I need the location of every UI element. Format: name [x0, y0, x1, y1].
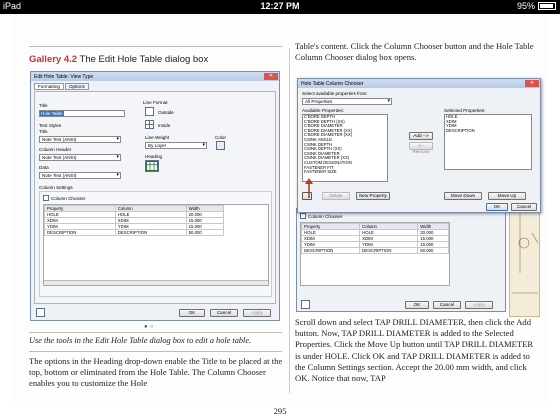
list-item[interactable]: DESCRIPTION [446, 128, 531, 134]
help-icon[interactable] [301, 300, 310, 309]
line-weight-select[interactable]: By Layer [145, 142, 207, 149]
column-chooser-icon[interactable] [43, 195, 49, 201]
gallery-label: Gallery 4.2 [29, 54, 78, 65]
column-chooser-button[interactable]: Column Chooser [308, 214, 342, 219]
ok-button[interactable]: OK [405, 301, 429, 309]
horizontal-scrollbar[interactable] [44, 280, 268, 285]
select-from-select[interactable]: All Properties [302, 98, 392, 105]
title-label: Title [39, 103, 48, 108]
gallery-title: The Edit Hole Table dialog box [79, 54, 209, 65]
title-style-label: Title [39, 129, 48, 134]
text-styles-label: Text Styles [39, 123, 62, 128]
column-header-select[interactable]: Note Text (ANSI) [39, 154, 121, 161]
title-field[interactable]: Hole Table [39, 110, 125, 117]
color-picker-icon[interactable] [216, 141, 225, 150]
dialog-title: Edit Hole Table: View Type [34, 73, 94, 80]
color-label: Color [215, 135, 226, 140]
cancel-button[interactable]: Cancel [511, 203, 537, 211]
outside-lines-icon[interactable] [145, 107, 154, 116]
page-number: 295 [273, 406, 287, 416]
available-label: Available Properties: [302, 108, 345, 113]
line-weight-label: Line Weight [145, 135, 170, 140]
apply-button[interactable]: Apply [465, 301, 493, 309]
delete-button[interactable]: Delete [322, 192, 350, 200]
table-row[interactable]: DESCRIPTION DESCRIPTION 50.000 [44, 229, 225, 236]
ok-button[interactable]: OK [486, 203, 508, 211]
left-top-rule [29, 46, 282, 47]
column-chooser-icon[interactable] [300, 213, 306, 219]
column-settings-group: Column Chooser Property Column Width HOL… [39, 191, 272, 297]
column-divider [289, 48, 290, 393]
close-icon[interactable]: ✕ [525, 80, 539, 87]
title-value: Hole Table [40, 111, 64, 116]
selected-properties-list[interactable]: HOLE XDIM YDIM DESCRIPTION [444, 114, 532, 170]
book-page: Gallery 4.2 The Edit Hole Table dialog b… [12, 14, 548, 416]
data-label: Data [39, 165, 49, 170]
status-bar: iPad 12:27 PM 95% [0, 0, 560, 14]
formatting-panel: Title Hole Table Text Styles Title Note … [34, 91, 276, 304]
caption-rule-bottom [29, 351, 282, 352]
apply-button[interactable]: Apply [243, 309, 271, 317]
line-format-label: Line Format [143, 100, 168, 105]
outside-label: Outside [158, 110, 174, 115]
move-down-button[interactable]: Move Down [444, 192, 482, 200]
cancel-button[interactable]: Cancel [433, 301, 461, 309]
heading-table-icon[interactable] [145, 160, 159, 172]
left-body-text: The options in the Heading drop-down ena… [29, 356, 283, 389]
page-indicator: ●○ [144, 324, 156, 330]
column-settings-table: Property Column Width HOLE HOLE 20.000 XDI… [300, 223, 449, 254]
new-property-button[interactable]: New Property [356, 192, 390, 200]
table-row[interactable]: DESCRIPTION DESCRIPTION 50.000 [300, 247, 449, 254]
move-up-button[interactable]: Move Up [488, 192, 526, 200]
add-button[interactable]: Add --> [409, 132, 433, 140]
edit-hole-table-dialog: Edit Hole Table: View Type ✕ Formatting … [30, 71, 280, 321]
remove-button[interactable]: <-- Remove [409, 142, 433, 154]
annotation-arrow-icon [305, 178, 313, 198]
cancel-button[interactable]: Cancel [210, 309, 238, 317]
list-item[interactable]: FASTENER SIZE [304, 170, 387, 175]
column-chooser-dialog: Hole Table Column Chooser ✕ Select avail… [297, 78, 541, 213]
chooser-title: Hole Table Column Chooser [301, 80, 364, 87]
help-icon[interactable] [36, 308, 45, 317]
tab-options[interactable]: Options [64, 83, 89, 90]
column-header-label: Column Header [39, 147, 72, 152]
data-select[interactable]: Note Text (ANSI) [39, 172, 121, 179]
edit-hole-table-dialog-background: Column Chooser Property Column Width HOL… [296, 208, 506, 312]
right-body-text-top: Table's content. Click the Column Choose… [295, 41, 534, 63]
tab-formatting[interactable]: Formatting [34, 83, 64, 90]
figure-caption: Use the tools in the Edit Hole Table dia… [29, 336, 252, 345]
gallery-heading: Gallery 4.2 The Edit Hole Table dialog b… [29, 54, 208, 65]
column-settings-table: Property Column Width HOLE HOLE 20.000 XDI… [44, 205, 225, 236]
close-icon[interactable]: ✕ [264, 73, 278, 80]
battery-percent: 95% [516, 1, 535, 11]
column-settings-label: Column Settings [39, 185, 73, 190]
heading-label: Heading [145, 154, 163, 159]
column-chooser-button[interactable]: Column Chooser [51, 196, 85, 201]
clock: 12:27 PM [260, 1, 300, 11]
title-style-select[interactable]: Note Text (ANSI) [39, 136, 121, 143]
available-properties-list[interactable]: C'BORE DEPTH C'BORE DEPTH (XX) C'BORE DIAM… [302, 114, 388, 182]
battery-icon [538, 2, 556, 10]
right-body-text: Scroll down and select TAP DRILL DIAMETE… [295, 317, 534, 384]
selected-label: Selected Properties: [444, 108, 486, 113]
ok-button[interactable]: OK [179, 309, 205, 317]
select-from-label: Select available properties from: [302, 91, 368, 96]
inside-lines-icon[interactable] [145, 120, 154, 129]
caption-rule [29, 332, 282, 333]
inside-label: Inside [158, 123, 171, 128]
